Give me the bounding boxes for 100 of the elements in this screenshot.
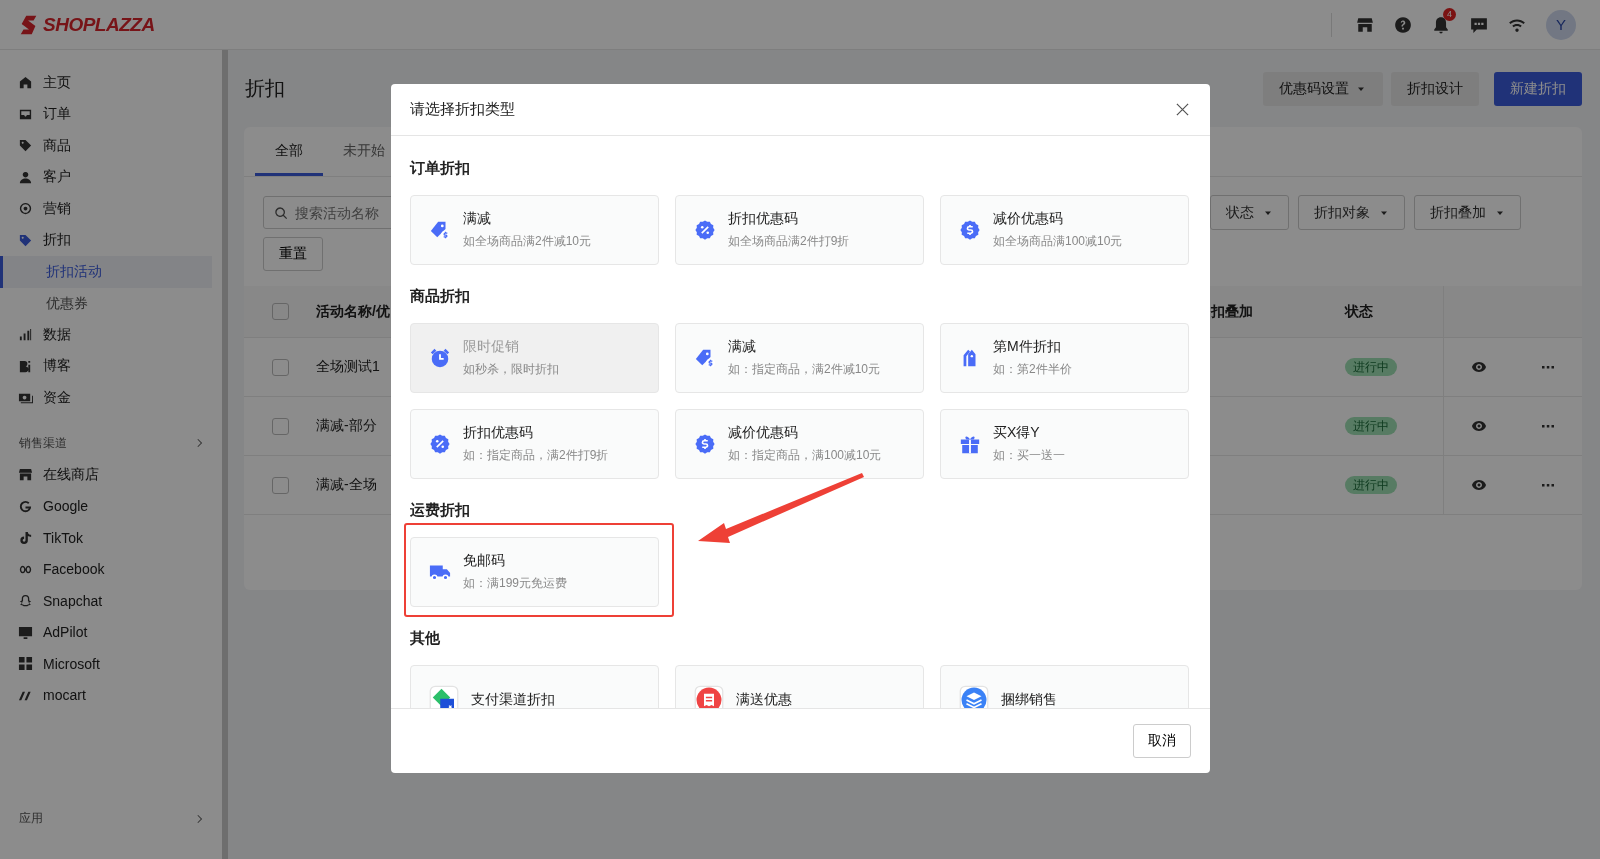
card-title: 支付渠道折扣 — [471, 691, 555, 708]
sidebar-item[interactable]: 折扣 — [0, 224, 222, 256]
card-title: 第M件折扣 — [993, 338, 1062, 356]
g-logo-icon — [18, 498, 33, 514]
discount-type-card[interactable]: 减价优惠码 如全场商品满100减10元 — [940, 195, 1189, 265]
avatar[interactable]: Y — [1546, 9, 1576, 40]
checkbox[interactable] — [271, 476, 289, 494]
ghost-icon — [18, 593, 33, 609]
sidebar-item[interactable]: 博客 — [0, 350, 222, 382]
card-title: 买X得Y — [993, 424, 1041, 442]
card-description: 如全场商品满2件打9折 — [728, 233, 850, 250]
monitor-icon — [18, 624, 33, 640]
tag-dollar-icon — [694, 347, 716, 369]
filter-dropdown[interactable]: 状态 — [1210, 195, 1289, 230]
card-title: 满减 — [728, 338, 757, 356]
sidebar-section-header[interactable]: 销售渠道 — [0, 427, 222, 459]
cancel-button[interactable]: 取消 — [1133, 724, 1191, 758]
percent-badge-icon — [429, 433, 451, 455]
filter-dropdown[interactable]: 折扣叠加 — [1414, 195, 1521, 230]
sidebar-item[interactable]: 营销 — [0, 193, 222, 225]
sidebar-item[interactable]: mocart — [0, 679, 222, 711]
sidebar-section-header[interactable]: 应用 — [0, 803, 222, 835]
status-badge: 进行中 — [1345, 358, 1397, 376]
bar-chart-icon — [18, 327, 33, 343]
card-description: 如秒杀，限时折扣 — [463, 361, 559, 378]
card-description: 如：指定商品，满100减10元 — [728, 447, 882, 464]
filter-dropdown[interactable]: 折扣对象 — [1298, 195, 1405, 230]
sidebar-item[interactable]: Google — [0, 490, 222, 522]
sidebar-item[interactable]: Facebook — [0, 553, 222, 585]
discount-type-card[interactable]: 买X得Y 如：买一送一 — [940, 409, 1189, 479]
sidebar-item[interactable]: Snapchat — [0, 585, 222, 617]
sidebar-item[interactable]: 主页 — [0, 67, 222, 99]
column-header: 扣叠加 — [1211, 302, 1254, 321]
reset-button[interactable]: 重置 — [263, 237, 323, 271]
checkbox[interactable] — [271, 358, 289, 376]
card-title: 减价优惠码 — [728, 424, 799, 442]
close-icon[interactable] — [1175, 102, 1190, 117]
discount-type-card[interactable]: 捆绑销售 — [940, 665, 1189, 708]
column-header: 活动名称/优 — [316, 302, 391, 321]
card-description: 如：第2件半价 — [993, 361, 1072, 378]
dollar-badge-icon — [694, 433, 716, 455]
logo[interactable]: SHOPLAZZA — [43, 13, 155, 36]
store-icon[interactable] — [1356, 15, 1374, 34]
target-icon — [18, 201, 33, 217]
percent-badge-icon — [694, 219, 716, 241]
card-title: 限时促销 — [463, 338, 520, 356]
blog-icon — [18, 358, 33, 374]
chat-icon[interactable] — [1470, 15, 1488, 34]
store-icon — [18, 467, 33, 483]
music-note-icon — [18, 530, 33, 546]
table-cell-text: 满减-部分 — [316, 417, 378, 435]
card-title: 捆绑销售 — [1001, 691, 1057, 708]
discount-type-card[interactable]: 支付渠道折扣 — [410, 665, 659, 708]
status-badge: 进行中 — [1345, 417, 1397, 435]
sidebar-item[interactable]: 资金 — [0, 382, 222, 414]
card-title: 满减 — [463, 210, 492, 228]
eye-icon[interactable] — [1470, 418, 1487, 434]
discount-type-card[interactable]: 减价优惠码 如：指定商品，满100减10元 — [675, 409, 924, 479]
sidebar-item[interactable]: 商品 — [0, 130, 222, 162]
sidebar-item[interactable]: 订单 — [0, 98, 222, 130]
sidebar-item[interactable]: AdPilot — [0, 616, 222, 648]
card-description: 如：指定商品，满2件减10元 — [728, 361, 881, 378]
discount-type-card[interactable]: 折扣优惠码 如：指定商品，满2件打9折 — [410, 409, 659, 479]
table-cell-text: 满减-全场 — [316, 476, 378, 494]
checkbox[interactable] — [271, 417, 289, 435]
sidebar-item[interactable]: 客户 — [0, 161, 222, 193]
sidebar-item[interactable]: Microsoft — [0, 648, 222, 680]
dollar-badge-icon — [959, 219, 981, 241]
section-title: 应用 — [19, 810, 43, 828]
tag-dollar-icon — [429, 219, 451, 241]
alarm-clock-icon — [429, 347, 451, 369]
card-description: 如：买一送一 — [993, 447, 1065, 464]
sidebar-item[interactable]: TikTok — [0, 522, 222, 554]
discount-type-card[interactable]: 满减 如全场商品满2件减10元 — [410, 195, 659, 265]
section-title: 订单折扣 — [410, 158, 471, 178]
column-header: 状态 — [1345, 302, 1374, 321]
section-title: 销售渠道 — [19, 434, 67, 452]
discount-type-card[interactable]: 第M件折扣 如：第2件半价 — [940, 323, 1189, 393]
eye-icon[interactable] — [1470, 359, 1487, 375]
card-title: 减价优惠码 — [993, 210, 1064, 228]
sidebar-subitem[interactable]: 折扣活动 — [0, 256, 212, 288]
tag-icon — [18, 138, 33, 154]
section-title: 运费折扣 — [410, 500, 471, 520]
discount-type-card[interactable]: 折扣优惠码 如全场商品满2件打9折 — [675, 195, 924, 265]
tab[interactable]: 全部 — [255, 127, 323, 176]
discount-type-card[interactable]: 免邮码 如：满199元免运费 — [410, 537, 659, 607]
sidebar-item[interactable]: 数据 — [0, 319, 222, 351]
bell-icon[interactable] — [1432, 15, 1450, 34]
header-button[interactable]: 优惠码设置 — [1263, 71, 1383, 106]
header-button[interactable]: 新建折扣 — [1494, 71, 1582, 106]
eye-icon[interactable] — [1470, 477, 1487, 493]
header-button[interactable]: 折扣设计 — [1391, 71, 1479, 106]
section-title: 商品折扣 — [410, 286, 471, 306]
tag-icon — [18, 232, 33, 248]
sidebar-item[interactable]: 在线商店 — [0, 459, 222, 491]
discount-type-card[interactable]: 满减 如：指定商品，满2件减10元 — [675, 323, 924, 393]
discount-type-card[interactable]: 满送优惠 — [675, 665, 924, 708]
person-icon — [18, 169, 33, 185]
help-icon[interactable] — [1394, 15, 1412, 34]
checkbox[interactable] — [271, 303, 289, 320]
